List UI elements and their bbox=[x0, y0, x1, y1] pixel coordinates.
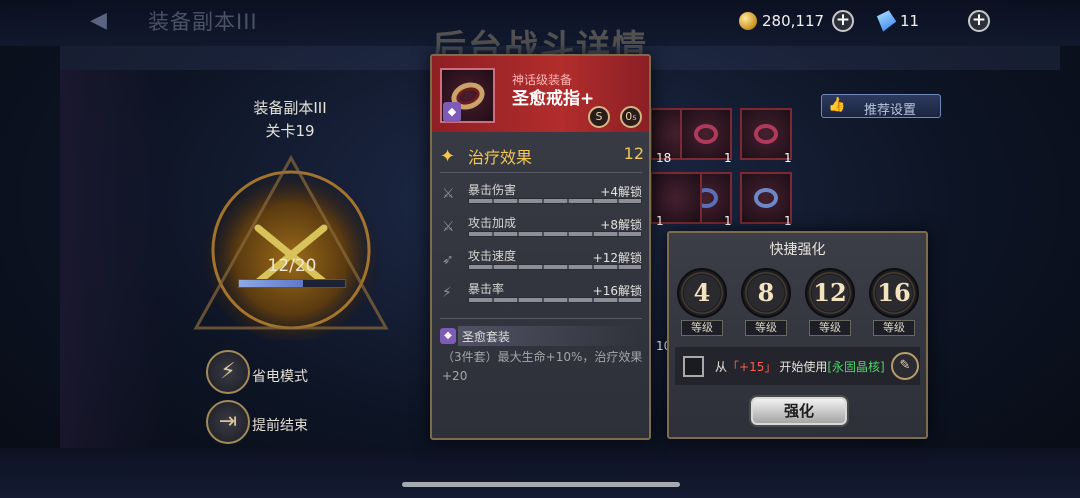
bracelet-icon bbox=[754, 188, 778, 208]
material-option-text: 从「+15」 开始使用[永固晶核] bbox=[715, 358, 885, 375]
inventory-count: 1 bbox=[724, 151, 732, 165]
back-arrow-icon[interactable]: ◀ bbox=[90, 8, 120, 34]
option-level: 「+15」 bbox=[727, 360, 777, 374]
sword-icon: ⚔ bbox=[442, 219, 455, 235]
speed-icon: ➶ bbox=[442, 252, 454, 268]
stage-progress-label: 12/20 bbox=[267, 256, 317, 276]
add-crystal-button[interactable]: + bbox=[968, 10, 990, 32]
divider bbox=[440, 172, 642, 173]
item-detail-panel: ◆ 神话级装备 圣愈戒指+ S 0₅ ✦ 治疗效果 12 ⚔ 暴击伤害 +4解锁… bbox=[430, 54, 651, 440]
sub-stat-label: 攻击加成 bbox=[468, 216, 517, 230]
inventory-count: 1 bbox=[784, 214, 792, 228]
level-tag: 等级 bbox=[745, 320, 787, 336]
level-tag: 等级 bbox=[809, 320, 851, 336]
end-early-label: 提前结束 bbox=[252, 418, 308, 434]
option-middle: 开始使用 bbox=[779, 360, 828, 374]
option-prefix: 从 bbox=[715, 360, 728, 374]
gold-amount: 280,117 bbox=[762, 12, 825, 30]
edit-icon[interactable]: ✎ bbox=[891, 352, 919, 380]
stage-name: 装备副本III bbox=[253, 99, 327, 117]
level-tag: 等级 bbox=[873, 320, 915, 336]
enhance-level-8[interactable]: 8 bbox=[741, 268, 791, 318]
quick-enhance-panel: 快捷强化 4 等级 8 等级 12 等级 16 等级 从「+15」 开始使用[永固… bbox=[667, 231, 928, 439]
lightning-icon: ⚡ bbox=[220, 359, 236, 384]
lock-toggle-icon[interactable]: S bbox=[588, 106, 610, 128]
crystal-amount: 11 bbox=[900, 12, 920, 30]
bottom-bar bbox=[0, 448, 1080, 498]
divider bbox=[440, 318, 642, 319]
inventory-count: 1 bbox=[724, 214, 732, 228]
level-tag: 等级 bbox=[681, 320, 723, 336]
enhance-level-16[interactable]: 16 bbox=[869, 268, 919, 318]
power-save-label: 省电模式 bbox=[252, 369, 308, 385]
sparkle-icon: ✦ bbox=[440, 146, 456, 167]
compare-icon[interactable]: 0₅ bbox=[620, 106, 642, 128]
item-header: ◆ 神话级装备 圣愈戒指+ S 0₅ bbox=[432, 56, 649, 132]
sub-stat-label: 攻击速度 bbox=[468, 249, 517, 263]
gold-coin-icon bbox=[739, 12, 757, 30]
set-name: 圣愈套装 bbox=[462, 330, 511, 344]
quick-enhance-title: 快捷强化 bbox=[769, 242, 826, 258]
inventory-count: 18 bbox=[656, 151, 672, 165]
stage-progress-fill bbox=[239, 280, 303, 287]
main-stat-value: 12 bbox=[623, 144, 644, 163]
left-list bbox=[60, 70, 170, 450]
stage-level: 关卡19 bbox=[265, 122, 315, 140]
sub-stat-bar bbox=[468, 264, 642, 270]
home-indicator[interactable] bbox=[402, 482, 680, 487]
use-material-checkbox[interactable] bbox=[683, 356, 704, 377]
set-badge-icon: ◆ bbox=[440, 328, 456, 344]
ring-icon bbox=[754, 124, 778, 144]
enhance-level-4[interactable]: 4 bbox=[677, 268, 727, 318]
power-save-button[interactable]: ⚡ bbox=[206, 350, 250, 394]
screen-title: 装备副本III bbox=[148, 10, 258, 34]
option-material: [永固晶核] bbox=[827, 360, 885, 374]
ring-icon bbox=[694, 124, 718, 144]
item-name: 圣愈戒指+ bbox=[512, 89, 595, 109]
inventory-count: 1 bbox=[784, 151, 792, 165]
enhance-level-12[interactable]: 12 bbox=[805, 268, 855, 318]
stage-emblem bbox=[193, 154, 389, 340]
recommend-settings-label: 推荐设置 bbox=[864, 103, 917, 118]
item-icon: ◆ bbox=[440, 68, 495, 123]
set-description: （3件套）最大生命+10%，治疗效果+20 bbox=[442, 350, 643, 383]
enhance-button[interactable]: 强化 bbox=[751, 397, 847, 425]
set-badge-icon: ◆ bbox=[443, 102, 461, 122]
sub-stat-label: 暴击率 bbox=[468, 282, 505, 296]
add-gold-button[interactable]: + bbox=[832, 10, 854, 32]
crit-icon: ⚡ bbox=[442, 285, 452, 301]
inventory-count: 1 bbox=[656, 214, 664, 228]
thumbs-up-icon: 👍 bbox=[828, 97, 846, 113]
sub-stat-bar bbox=[468, 231, 642, 237]
sub-stat-bar bbox=[468, 198, 642, 204]
sub-stat-bar bbox=[468, 297, 642, 303]
sub-stat-label: 暴击伤害 bbox=[468, 183, 517, 197]
main-stat-label: 治疗效果 bbox=[468, 148, 533, 167]
exit-icon: ⇥ bbox=[218, 409, 238, 434]
end-early-button[interactable]: ⇥ bbox=[206, 400, 250, 444]
sword-icon: ⚔ bbox=[442, 186, 455, 202]
